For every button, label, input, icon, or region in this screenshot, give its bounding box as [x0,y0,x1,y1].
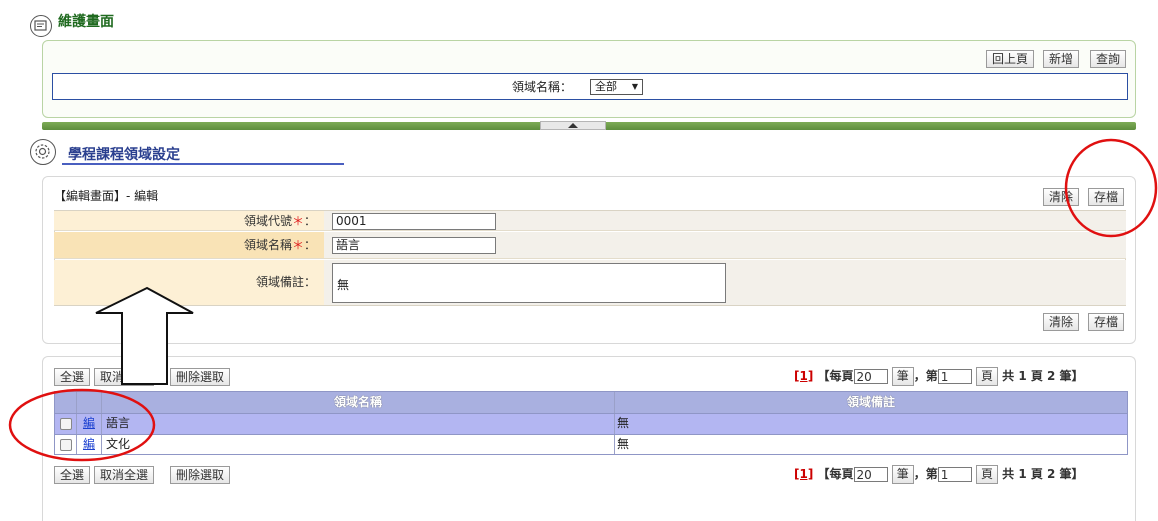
remark-label: 領域備註： [255,275,316,289]
per-page-button[interactable]: 筆 [891,465,914,484]
save-button-bottom[interactable]: 存檔 [1088,313,1125,331]
remark-textarea[interactable]: 無 [332,263,726,303]
name-row: 領域名稱＊： [54,232,1126,259]
per-page-prefix: 【每頁 [817,467,854,481]
delete-selected-button-bottom[interactable]: 刪除選取 [170,466,231,484]
row-edit-cell: 編 [77,435,102,454]
header-check-cell [55,392,77,413]
section-title: 學程課程領域設定 [68,147,180,163]
row-check-cell [55,414,77,434]
header-edit-cell [77,392,102,413]
colon: ： [303,238,316,252]
filter-select-value: 全部 [595,80,617,93]
remark-text: 無 [337,278,350,292]
table-row[interactable]: 編 文化 無 [55,434,1127,454]
code-label: 領域代號 [243,214,292,228]
row-name: 語言 [102,414,615,434]
required-mark: ＊ [291,238,304,252]
back-button[interactable]: 回上頁 [986,50,1035,68]
colon: ： [303,214,316,228]
row-name: 文化 [102,435,615,454]
name-label-cell: 領域名稱＊： [54,232,324,258]
per-page-input[interactable]: 20 [853,467,888,482]
gear-icon [30,139,56,165]
pager-top: [1] 【每頁 20 筆，第 1 頁 共 1 頁 2 筆】 [794,367,1084,386]
row-remark: 無 [617,437,630,451]
select-all-button-bottom[interactable]: 全選 [54,466,91,484]
table-row[interactable]: 編 語言 無 [55,413,1127,434]
clear-button-bottom[interactable]: 清除 [1043,313,1080,331]
pager-bottom: [1] 【每頁 20 筆，第 1 頁 共 1 頁 2 筆】 [794,465,1084,484]
name-label: 領域名稱 [243,238,292,252]
row-edit-cell: 編 [77,414,102,434]
page-input[interactable]: 1 [937,467,972,482]
form-icon [30,15,52,37]
deselect-all-button-top[interactable]: 取消全選 [94,368,155,386]
maintenance-title: 維護畫面 [58,14,114,30]
edit-link[interactable]: 編 [83,437,95,451]
per-page-input[interactable]: 20 [853,369,888,384]
row-remark: 無 [617,416,630,430]
save-button-top[interactable]: 存檔 [1088,188,1125,206]
code-label-cell: 領域代號＊： [54,211,324,230]
edit-header: 【編輯畫面】- 編輯 [54,189,159,203]
select-all-button-top[interactable]: 全選 [54,368,91,386]
per-page-prefix: 【每頁 [817,369,854,383]
pager-summary: 共 1 頁 2 筆】 [1002,467,1084,481]
required-mark: ＊ [291,214,304,228]
page-prefix: ，第 [913,467,938,481]
name-input[interactable]: 語言 [332,237,496,254]
page-prefix: ，第 [913,369,938,383]
filter-label: 領域名稱： [512,80,573,94]
row-check-cell [55,435,77,454]
page-input[interactable]: 1 [937,369,972,384]
row-checkbox[interactable] [60,439,72,451]
clear-button-top[interactable]: 清除 [1043,188,1080,206]
page-link[interactable]: [1] [794,467,813,481]
column-header-name: 領域名稱 [102,392,615,413]
page-go-button[interactable]: 頁 [975,367,998,386]
page-go-button[interactable]: 頁 [975,465,998,484]
delete-selected-button-top[interactable]: 刪除選取 [170,368,231,386]
per-page-button[interactable]: 筆 [891,367,914,386]
page-link[interactable]: [1] [794,369,813,383]
chevron-down-icon: ▼ [631,82,638,91]
code-input[interactable]: 0001 [332,213,496,230]
edit-link[interactable]: 編 [83,416,95,430]
row-checkbox[interactable] [60,418,72,430]
pager-summary: 共 1 頁 2 筆】 [1002,369,1084,383]
column-header-remark: 領域備註 [846,395,895,409]
code-row: 領域代號＊： [54,211,1126,231]
table-header: 領域名稱 領域備註 [55,392,1127,413]
add-button[interactable]: 新增 [1043,50,1080,68]
remark-label-cell: 領域備註： [54,260,324,305]
filter-select[interactable]: 全部 ▼ [590,79,643,95]
collapse-arrow-icon[interactable] [568,123,578,128]
query-button[interactable]: 查詢 [1090,50,1127,68]
deselect-all-button-bottom[interactable]: 取消全選 [94,466,155,484]
section-underline [62,163,344,165]
